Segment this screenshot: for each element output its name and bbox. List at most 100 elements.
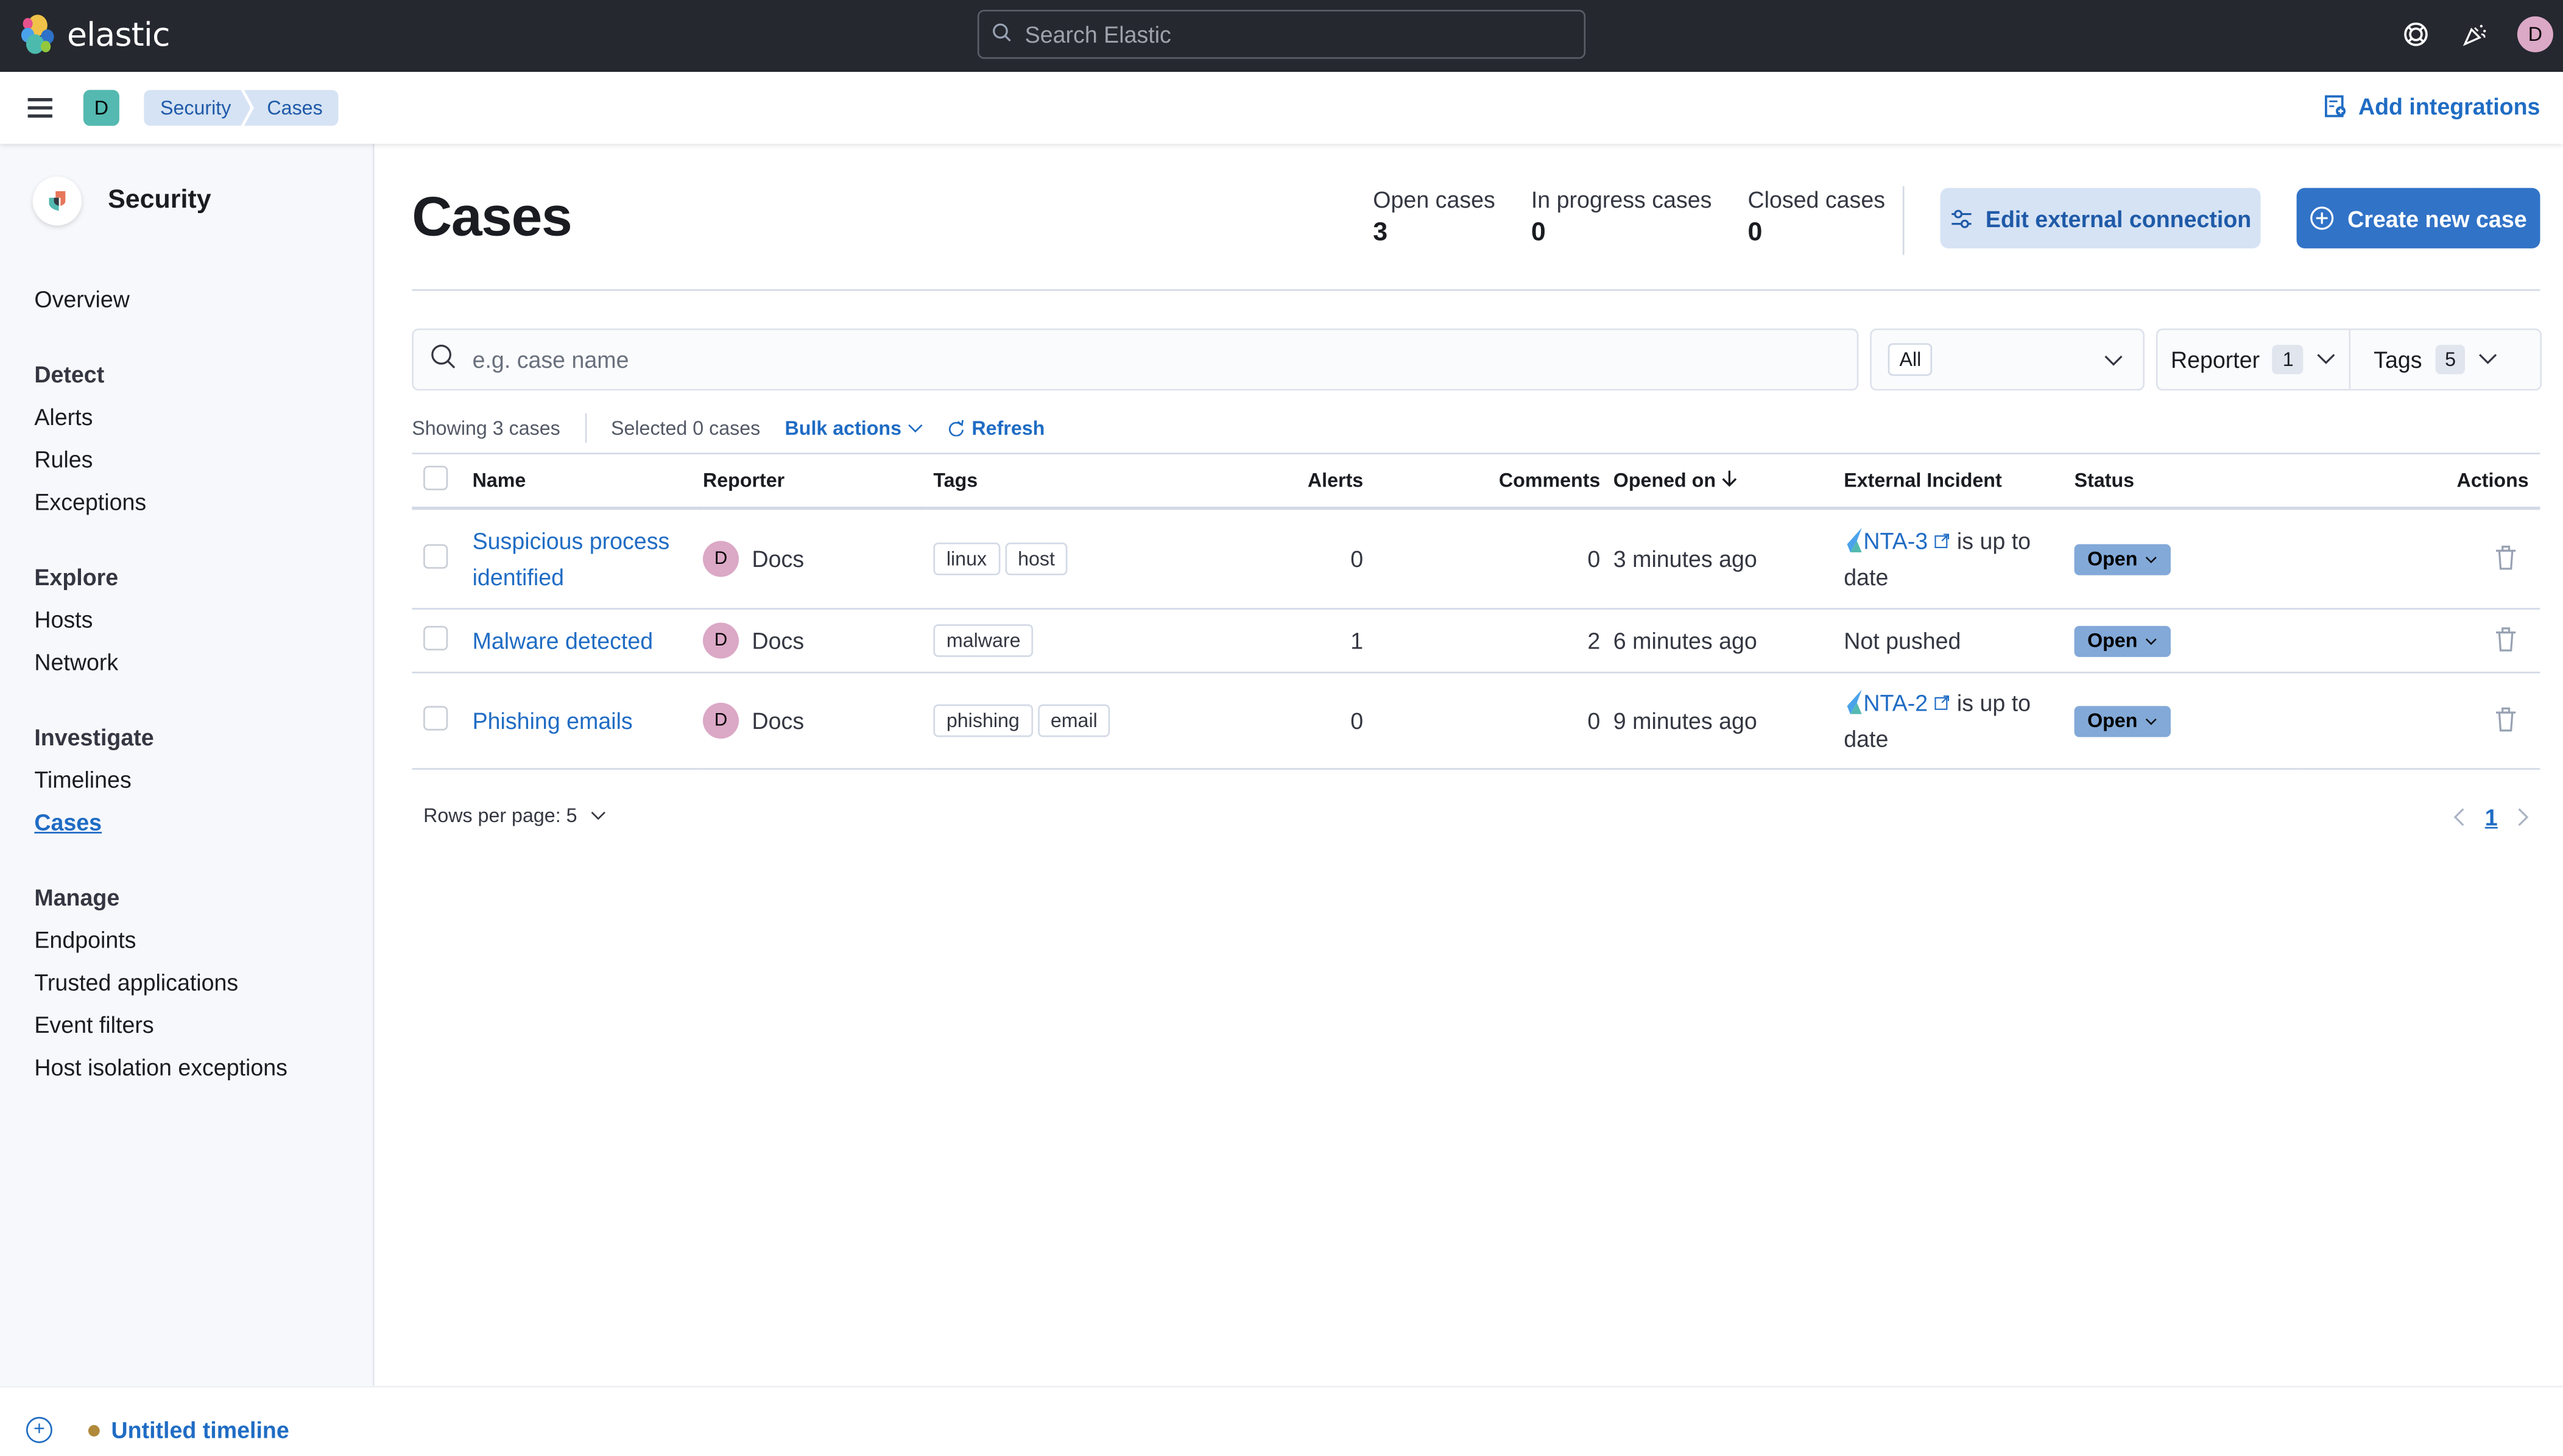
chevron-down-icon xyxy=(2317,354,2335,365)
stat-open-cases: Open cases 3 xyxy=(1373,186,1495,248)
status-dropdown[interactable]: Open xyxy=(2074,625,2171,656)
row-checkbox[interactable] xyxy=(423,706,448,731)
column-header-status[interactable]: Status xyxy=(2067,452,2299,510)
external-link-icon[interactable] xyxy=(1934,695,1951,711)
global-search-input[interactable]: Search Elastic xyxy=(977,10,1586,59)
column-header-opened-on[interactable]: Opened on xyxy=(1607,452,1838,510)
reporter: D Docs xyxy=(702,541,920,577)
case-search-placeholder: e.g. case name xyxy=(472,346,629,373)
sidebar-item-timelines[interactable]: Timelines xyxy=(34,758,287,801)
global-search-placeholder: Search Elastic xyxy=(1024,21,1171,47)
breadcrumb-cases[interactable]: Cases xyxy=(244,90,339,126)
reporter: D Docs xyxy=(702,622,920,659)
stat-in-progress-cases: In progress cases 0 xyxy=(1531,186,1712,248)
status-dropdown[interactable]: Open xyxy=(2074,705,2171,737)
sidebar-item-endpoints[interactable]: Endpoints xyxy=(34,918,287,961)
case-name-link[interactable]: Malware detected xyxy=(473,628,654,654)
chevron-down-icon xyxy=(2145,555,2156,563)
elastic-logo[interactable]: elastic xyxy=(21,15,170,54)
reporter-name: Docs xyxy=(752,708,805,734)
opened-on: 6 minutes ago xyxy=(1607,608,1838,673)
opened-on-label: Opened on xyxy=(1613,469,1716,492)
status-filter-select[interactable]: All xyxy=(1870,328,2145,391)
column-header-tags[interactable]: Tags xyxy=(926,452,1158,510)
tag-badge: malware xyxy=(933,624,1034,657)
previous-page-icon[interactable] xyxy=(2452,807,2465,827)
column-header-name[interactable]: Name xyxy=(465,452,697,510)
integrations-icon xyxy=(2324,95,2346,118)
tag-badge: phishing xyxy=(933,704,1033,737)
chevron-down-icon xyxy=(2145,717,2156,725)
next-page-icon[interactable] xyxy=(2517,807,2530,827)
rows-per-page-button[interactable]: Rows per page: 5 xyxy=(423,804,607,827)
status-filter-value: All xyxy=(1888,343,1933,376)
row-checkbox[interactable] xyxy=(423,544,448,569)
sidebar-item-host-isolation-exceptions[interactable]: Host isolation exceptions xyxy=(34,1046,287,1089)
plus-in-circle-icon xyxy=(2310,206,2334,230)
reporter-name: Docs xyxy=(752,627,805,654)
page-1-button[interactable]: 1 xyxy=(2485,804,2498,830)
sidebar-item-event-filters[interactable]: Event filters xyxy=(34,1004,287,1046)
alerts-count: 0 xyxy=(1157,672,1370,770)
sidebar-item-network[interactable]: Network xyxy=(34,641,287,683)
external-link-icon[interactable] xyxy=(1934,533,1951,549)
news-feed-icon[interactable] xyxy=(2458,18,2491,51)
menu-toggle-icon[interactable] xyxy=(27,98,52,118)
help-icon[interactable] xyxy=(2400,18,2433,51)
add-integrations-button[interactable]: Add integrations xyxy=(2324,93,2540,119)
edit-external-connection-button[interactable]: Edit external connection xyxy=(1940,188,2261,248)
sidebar-item-rules[interactable]: Rules xyxy=(34,438,287,480)
sidebar-item-overview[interactable]: Overview xyxy=(34,278,287,320)
incident-link[interactable]: NTA-2 xyxy=(1863,690,1928,716)
refresh-button[interactable]: Refresh xyxy=(949,417,1045,440)
edit-external-connection-label: Edit external connection xyxy=(1985,205,2252,231)
sidebar-item-hosts[interactable]: Hosts xyxy=(34,598,287,641)
stat-value: 0 xyxy=(1747,219,1763,247)
select-all-checkbox[interactable] xyxy=(423,465,448,491)
sidebar-item-cases[interactable]: Cases xyxy=(34,801,287,843)
sidebar-section-investigate: Investigate xyxy=(34,723,154,750)
trash-icon[interactable] xyxy=(2494,705,2517,731)
comments-count: 2 xyxy=(1369,608,1607,673)
add-integrations-label: Add integrations xyxy=(2358,93,2540,119)
stat-label: Open cases xyxy=(1373,186,1495,213)
case-name-link[interactable]: Phishing emails xyxy=(473,708,633,734)
sidebar-item-exceptions[interactable]: Exceptions xyxy=(34,480,287,523)
row-checkbox[interactable] xyxy=(423,625,448,651)
trash-icon[interactable] xyxy=(2494,543,2517,569)
status-label: Open xyxy=(2087,547,2138,571)
breadcrumb-security[interactable]: Security xyxy=(144,90,250,126)
sidebar-section-explore: Explore xyxy=(34,563,119,590)
sort-descending-icon xyxy=(1722,470,1737,487)
case-search-input[interactable]: e.g. case name xyxy=(412,328,1859,391)
bulk-actions-button[interactable]: Bulk actions xyxy=(785,417,925,440)
incident-status-text: Not pushed xyxy=(1844,627,1961,654)
table-row: Malware detected D Docs malware 1 2 6 min… xyxy=(412,608,2540,673)
sidebar-item-alerts[interactable]: Alerts xyxy=(34,395,287,438)
create-new-case-button[interactable]: Create new case xyxy=(2296,188,2540,248)
tags-filter-button[interactable]: Tags 5 xyxy=(2349,330,2511,389)
column-header-comments[interactable]: Comments xyxy=(1369,452,1607,510)
controls-icon xyxy=(1951,209,1971,228)
reporter-filter-button[interactable]: Reporter 1 xyxy=(2157,330,2349,389)
reporter-name: Docs xyxy=(752,546,805,572)
external-incident: NTA-3 is up to date xyxy=(1837,508,2068,610)
space-selector[interactable]: D xyxy=(83,90,119,126)
add-timeline-icon[interactable]: + xyxy=(26,1416,52,1443)
trash-icon[interactable] xyxy=(2494,625,2517,652)
table-header-row: Name Reporter Tags Alerts Comments Opene… xyxy=(412,452,2540,510)
table-toolbar: Showing 3 cases Selected 0 cases Bulk ac… xyxy=(412,413,1045,443)
avatar: D xyxy=(702,541,739,577)
user-avatar[interactable]: D xyxy=(2517,16,2553,52)
case-name-link[interactable]: Suspicious process identified xyxy=(473,528,670,590)
column-header-alerts[interactable]: Alerts xyxy=(1157,452,1370,510)
reporter-count-badge: 1 xyxy=(2272,345,2304,375)
timeline-title-link[interactable]: Untitled timeline xyxy=(111,1417,289,1443)
sidebar-item-trusted-applications[interactable]: Trusted applications xyxy=(34,961,287,1004)
connector-icon xyxy=(1847,689,1862,714)
status-dropdown[interactable]: Open xyxy=(2074,543,2171,575)
column-header-reporter[interactable]: Reporter xyxy=(696,452,927,510)
incident-link[interactable]: NTA-3 xyxy=(1863,528,1928,554)
stat-closed-cases: Closed cases 0 xyxy=(1747,186,1885,248)
alerts-count: 1 xyxy=(1157,608,1370,673)
